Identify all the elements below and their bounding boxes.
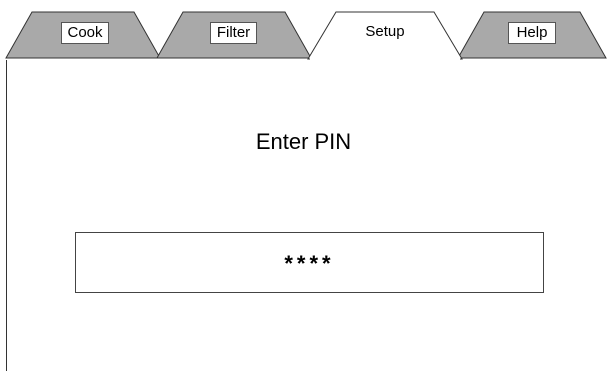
pin-entry-screen: Cook Filter Setup Help Enter PIN **** xyxy=(0,0,607,371)
tab-cook[interactable]: Cook xyxy=(61,22,109,44)
tab-filter[interactable]: Filter xyxy=(210,22,257,44)
pin-masked-value: **** xyxy=(284,251,335,276)
panel-left-border xyxy=(6,60,7,371)
tab-help[interactable]: Help xyxy=(508,22,556,44)
tab-setup[interactable]: Setup xyxy=(356,22,414,44)
page-title: Enter PIN xyxy=(255,129,352,154)
pin-input[interactable]: **** xyxy=(75,232,544,293)
